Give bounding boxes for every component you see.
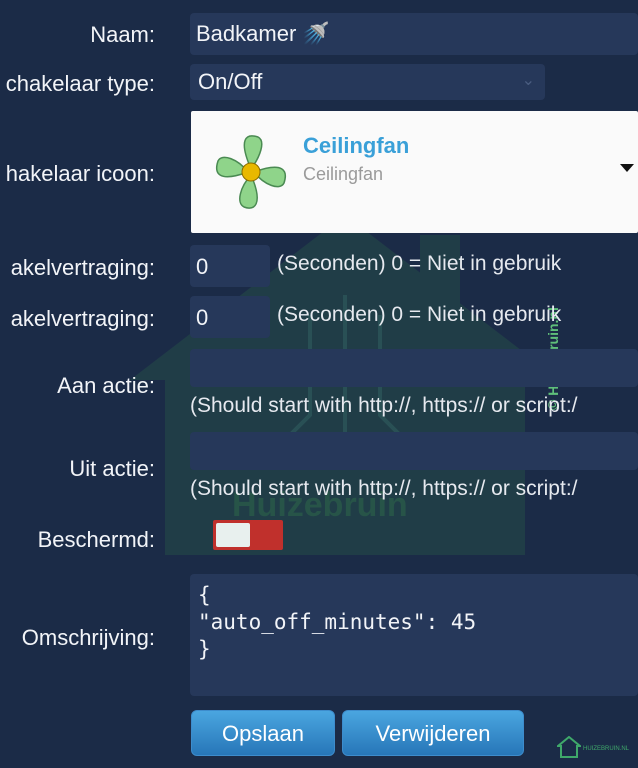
off-action-hint: (Should start with http://, https:// or … [190,477,578,500]
delay-off-input[interactable]: 0 [190,296,270,338]
switch-icon-subtitle: Ceilingfan [303,164,384,184]
dropdown-arrow-icon [620,164,634,172]
switch-icon-title: Ceilingfan [303,133,410,158]
ceilingfan-icon [216,135,286,209]
corner-logo: HUIZEBRUIN.NL [557,736,637,762]
off-action-input[interactable] [190,432,638,470]
delay-on-input[interactable]: 0 [190,245,270,287]
description-textarea[interactable]: { "auto_off_minutes": 45 } [190,574,638,696]
delay-on-label: akelvertraging: [10,255,155,280]
on-action-input[interactable] [190,349,638,387]
delete-button[interactable]: Verwijderen [342,710,524,756]
protected-label: Beschermd: [37,527,155,552]
on-action-label: Aan actie: [57,373,155,398]
switch-type-select[interactable]: On/Off ⌄ [190,64,545,100]
switch-type-value: On/Off [198,69,263,94]
house-icon [557,736,581,758]
delay-on-hint: (Seconden) 0 = Niet in gebruik [277,252,562,275]
switch-icon-select[interactable]: Ceilingfan Ceilingfan [191,111,638,233]
chevron-down-icon: ⌄ [521,72,535,89]
protected-toggle[interactable] [213,520,283,550]
delay-off-label: akelvertraging: [10,306,155,331]
on-action-hint: (Should start with http://, https:// or … [190,394,578,417]
description-label: Omschrijving: [21,625,155,650]
save-button[interactable]: Opslaan [191,710,335,756]
name-input[interactable]: Badkamer 🚿 [190,13,638,55]
toggle-knob [216,523,250,547]
off-action-label: Uit actie: [69,456,155,481]
corner-logo-text: HUIZEBRUIN.NL [583,746,630,752]
switch-icon-label: hakelaar icoon: [5,161,155,186]
name-label: Naam: [90,22,155,47]
delay-off-hint: (Seconden) 0 = Niet in gebruik [277,303,562,326]
switch-type-label: chakelaar type: [5,71,155,96]
